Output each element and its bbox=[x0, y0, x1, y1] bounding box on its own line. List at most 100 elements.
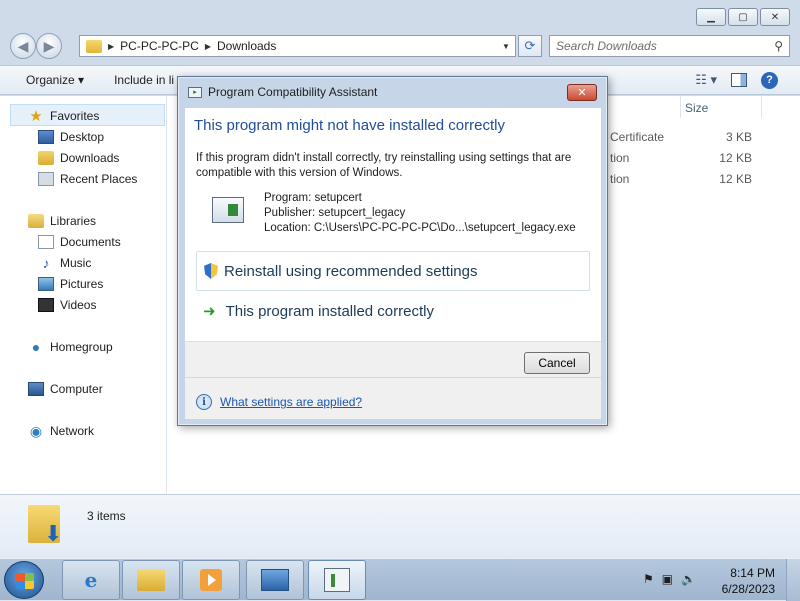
dialog-button-area: Cancel bbox=[185, 341, 601, 377]
nav-recent-places[interactable]: Recent Places bbox=[38, 170, 137, 188]
file-type: Certificate bbox=[610, 130, 665, 144]
installed-correctly-label: This program installed correctly bbox=[225, 302, 434, 320]
pictures-icon bbox=[38, 277, 54, 291]
file-size: 12 KB bbox=[719, 151, 752, 165]
nav-homegroup[interactable]: ● Homegroup bbox=[28, 338, 113, 356]
internet-explorer-icon: e bbox=[84, 568, 98, 592]
nav-label: Network bbox=[50, 424, 95, 438]
breadcrumb-separator-icon: ▶ bbox=[108, 41, 115, 51]
clock-time: 8:14 PM bbox=[730, 566, 775, 580]
taskbar-windows-explorer[interactable] bbox=[122, 560, 180, 600]
info-icon: i bbox=[196, 394, 212, 410]
program-location: Location: C:\Users\PC-PC-PC-PC\Do...\set… bbox=[264, 222, 576, 234]
volume-muted-icon[interactable]: 🔈 bbox=[681, 572, 696, 586]
dialog-titlebar: ▸ Program Compatibility Assistant bbox=[188, 85, 377, 99]
dialog-heading: This program might not have installed co… bbox=[194, 117, 505, 134]
forward-button[interactable]: ▶ bbox=[36, 33, 62, 59]
dialog-close-button[interactable]: ✕ bbox=[567, 84, 597, 101]
file-row[interactable]: Certificate 3 KB bbox=[610, 130, 755, 148]
settings-applied-link[interactable]: What settings are applied? bbox=[220, 395, 362, 409]
change-view-icon[interactable]: ☷ ▾ bbox=[695, 72, 717, 88]
nav-network[interactable]: ◉ Network bbox=[28, 422, 94, 440]
preview-pane-icon[interactable] bbox=[731, 73, 747, 87]
nav-videos[interactable]: Videos bbox=[38, 296, 96, 314]
nav-documents[interactable]: Documents bbox=[38, 233, 121, 251]
breadcrumb-downloads[interactable]: Downloads bbox=[217, 39, 276, 53]
nav-favorites[interactable]: ★ Favorites bbox=[28, 107, 99, 125]
start-button[interactable] bbox=[4, 561, 44, 599]
taskbar-internet-explorer[interactable]: e bbox=[62, 560, 120, 600]
refresh-icon: ⟳ bbox=[524, 38, 536, 53]
taskbar-control-panel[interactable] bbox=[246, 560, 304, 600]
nav-downloads[interactable]: Downloads bbox=[38, 149, 119, 167]
documents-icon bbox=[38, 235, 54, 249]
dialog-help-area: i What settings are applied? bbox=[185, 377, 601, 419]
taskbar-media-player[interactable] bbox=[182, 560, 240, 600]
address-bar[interactable]: ▶ PC-PC-PC-PC ▶ Downloads ▼ bbox=[79, 35, 516, 57]
column-header-size[interactable]: Size bbox=[685, 101, 708, 115]
reinstall-option[interactable]: Reinstall using recommended settings bbox=[196, 251, 590, 291]
folder-icon bbox=[137, 569, 165, 591]
nav-libraries[interactable]: Libraries bbox=[28, 212, 96, 230]
homegroup-icon: ● bbox=[31, 339, 41, 355]
include-in-library-button[interactable]: Include in li bbox=[114, 73, 174, 87]
breadcrumb-pc[interactable]: PC-PC-PC-PC bbox=[120, 39, 199, 53]
installed-correctly-option[interactable]: ➜ This program installed correctly bbox=[203, 298, 434, 324]
computer-icon bbox=[28, 382, 44, 396]
download-arrow-icon: ⬇ bbox=[44, 521, 63, 546]
nav-buttons: ◀ ▶ bbox=[10, 33, 62, 59]
clock[interactable]: 8:14 PM 6/28/2023 bbox=[722, 565, 775, 597]
nav-desktop[interactable]: Desktop bbox=[38, 128, 104, 146]
close-button[interactable]: ✕ bbox=[760, 8, 790, 26]
close-icon: ✕ bbox=[577, 87, 587, 99]
chevron-down-icon[interactable]: ▼ bbox=[497, 42, 515, 51]
compatibility-dialog: ▸ Program Compatibility Assistant ✕ This… bbox=[177, 76, 608, 426]
file-type: tion bbox=[610, 172, 630, 186]
nav-computer[interactable]: Computer bbox=[28, 380, 103, 398]
nav-music[interactable]: ♪ Music bbox=[38, 254, 92, 272]
dialog-title: Program Compatibility Assistant bbox=[208, 85, 378, 99]
downloads-folder-icon bbox=[38, 151, 54, 165]
column-divider[interactable] bbox=[761, 96, 762, 118]
dialog-body: This program might not have installed co… bbox=[185, 108, 601, 341]
notification-area: ⚑ ▣ 🔈 bbox=[643, 572, 696, 586]
search-input[interactable]: Search Downloads ⚲ bbox=[549, 35, 790, 57]
maximize-button[interactable]: ▢ bbox=[728, 8, 758, 26]
recent-places-icon bbox=[38, 172, 54, 186]
nav-label: Libraries bbox=[50, 214, 97, 228]
refresh-button[interactable]: ⟳ bbox=[518, 35, 542, 57]
program-icon bbox=[212, 197, 244, 223]
music-note-icon: ♪ bbox=[42, 255, 50, 271]
show-desktop-button[interactable] bbox=[786, 559, 800, 601]
column-divider[interactable] bbox=[680, 96, 681, 118]
libraries-icon bbox=[28, 214, 44, 228]
file-size: 3 KB bbox=[725, 130, 752, 144]
help-icon[interactable]: ? bbox=[761, 71, 778, 89]
compatibility-assistant-icon bbox=[324, 568, 350, 592]
reinstall-option-label: Reinstall using recommended settings bbox=[224, 262, 478, 280]
breadcrumb-separator-icon: ▶ bbox=[204, 41, 211, 51]
file-row[interactable]: tion 12 KB bbox=[610, 151, 755, 169]
network-tray-icon[interactable]: ▣ bbox=[662, 572, 673, 586]
nav-label: Favorites bbox=[50, 109, 100, 123]
item-count: 3 items bbox=[87, 509, 126, 523]
file-row[interactable]: tion 12 KB bbox=[610, 172, 755, 190]
uac-shield-icon bbox=[204, 263, 218, 279]
back-button[interactable]: ◀ bbox=[10, 33, 36, 59]
nav-pictures[interactable]: Pictures bbox=[38, 275, 103, 293]
downloads-folder-icon bbox=[86, 39, 102, 53]
nav-label: Desktop bbox=[60, 130, 105, 144]
nav-label: Documents bbox=[60, 235, 121, 249]
organize-button[interactable]: Organize ▾ bbox=[26, 73, 84, 87]
nav-label: Pictures bbox=[60, 277, 104, 291]
minimize-button[interactable]: ▁ bbox=[696, 8, 726, 26]
nav-label: Homegroup bbox=[50, 340, 113, 354]
cancel-button[interactable]: Cancel bbox=[524, 352, 590, 374]
search-placeholder: Search Downloads bbox=[556, 39, 657, 53]
dialog-message: If this program didn't install correctly… bbox=[196, 152, 572, 179]
flag-icon[interactable]: ⚑ bbox=[643, 572, 654, 586]
desktop-icon bbox=[38, 130, 54, 144]
compatibility-assistant-icon: ▸ bbox=[188, 86, 202, 98]
taskbar-compatibility-assistant[interactable] bbox=[308, 560, 366, 600]
green-arrow-icon: ➜ bbox=[203, 303, 216, 320]
